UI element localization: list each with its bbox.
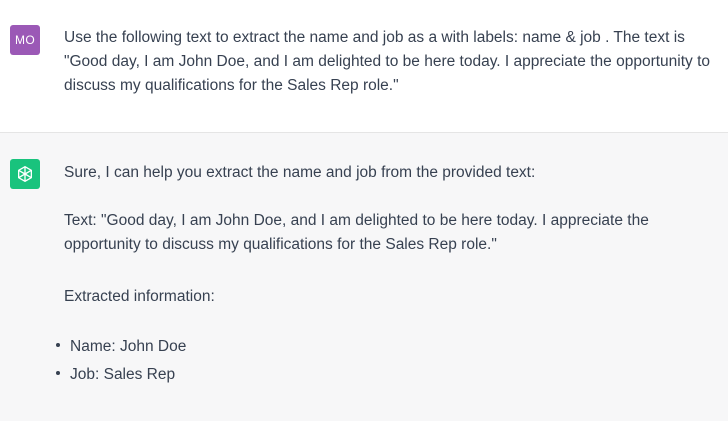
user-message: MO Use the following text to extract the… [0, 0, 728, 132]
list-item-text: Name: John Doe [70, 338, 187, 355]
assistant-avatar [10, 159, 40, 189]
extracted-list: Name: John Doe Job: Sales Rep [56, 333, 186, 389]
list-item-text: Job: Sales Rep [70, 366, 176, 383]
user-message-paragraph: Use the following text to extract the na… [64, 29, 711, 94]
assistant-quoted-text: Text: "Good day, I am John Doe, and I am… [64, 209, 712, 257]
list-item: Job: Sales Rep [56, 361, 186, 389]
extracted-heading-text: Extracted information: [64, 288, 215, 305]
bullet-icon [56, 371, 60, 375]
assistant-extracted-heading: Extracted information: [64, 285, 712, 309]
list-item: Name: John Doe [56, 333, 186, 361]
chat-conversation: MO Use the following text to extract the… [0, 0, 728, 421]
openai-logo-icon [18, 166, 32, 182]
assistant-intro: Sure, I can help you extract the name an… [64, 161, 712, 185]
user-avatar-initials: MO [15, 33, 35, 47]
user-message-text: Use the following text to extract the na… [64, 26, 712, 98]
user-avatar: MO [10, 25, 40, 55]
assistant-quoted-paragraph: Text: "Good day, I am John Doe, and I am… [64, 212, 649, 253]
bullet-icon [56, 343, 60, 347]
assistant-message: Sure, I can help you extract the name an… [0, 132, 728, 421]
assistant-intro-text: Sure, I can help you extract the name an… [64, 164, 536, 181]
